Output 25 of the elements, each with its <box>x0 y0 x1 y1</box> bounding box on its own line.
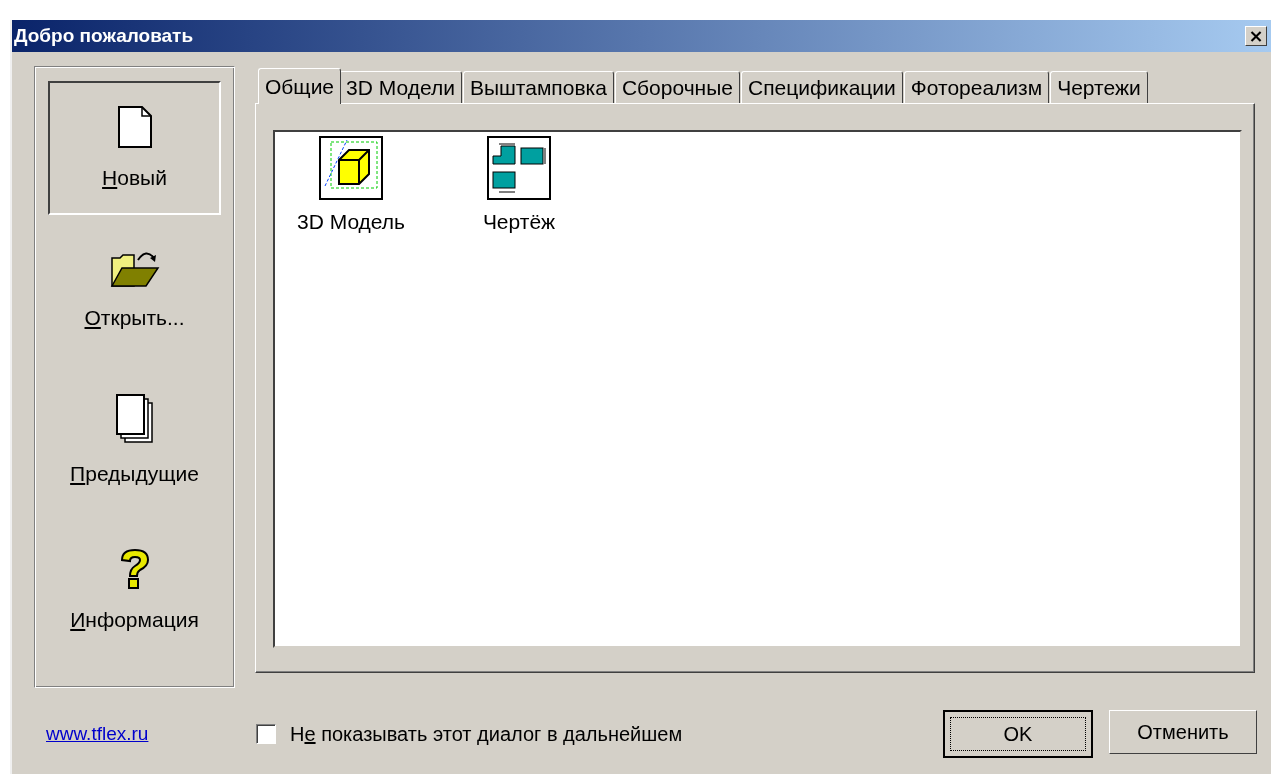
template-label[interactable]: 3D Модель <box>296 210 406 234</box>
sidebar-item[interactable]: Открыть... <box>48 215 221 365</box>
tab[interactable]: Фотореализм <box>903 71 1050 103</box>
ok-button[interactable]: OK <box>943 710 1093 758</box>
tab[interactable]: Чертежи <box>1050 71 1148 103</box>
window-title: Добро пожаловать <box>14 25 194 47</box>
checkbox[interactable] <box>256 724 276 744</box>
tab[interactable]: Выштамповка <box>462 71 614 103</box>
tab[interactable]: Общие <box>258 68 342 104</box>
template-label[interactable]: Чертёж <box>482 210 556 234</box>
drawing-sheet-icon <box>487 136 551 200</box>
tab[interactable]: Сборочные <box>614 71 740 103</box>
checkbox-label[interactable]: Не показывать этот диалог в дальнейшем <box>290 722 683 746</box>
document-icon <box>117 106 152 148</box>
cancel-button[interactable]: Отменить <box>1109 710 1257 754</box>
tab[interactable]: 3D Модели <box>339 71 462 103</box>
website-link[interactable]: www.tflex.ru <box>46 723 256 745</box>
documents-icon <box>115 394 154 444</box>
sidebar-item[interactable]: Новый <box>48 81 221 215</box>
sidebar-item[interactable]: Предыдущие <box>48 365 221 515</box>
folder-icon <box>109 250 160 288</box>
tab[interactable]: Спецификации <box>741 71 903 103</box>
close-button[interactable]: × <box>1245 26 1267 46</box>
cube-icon <box>319 136 383 200</box>
sidebar-item[interactable]: Информация <box>48 515 221 665</box>
